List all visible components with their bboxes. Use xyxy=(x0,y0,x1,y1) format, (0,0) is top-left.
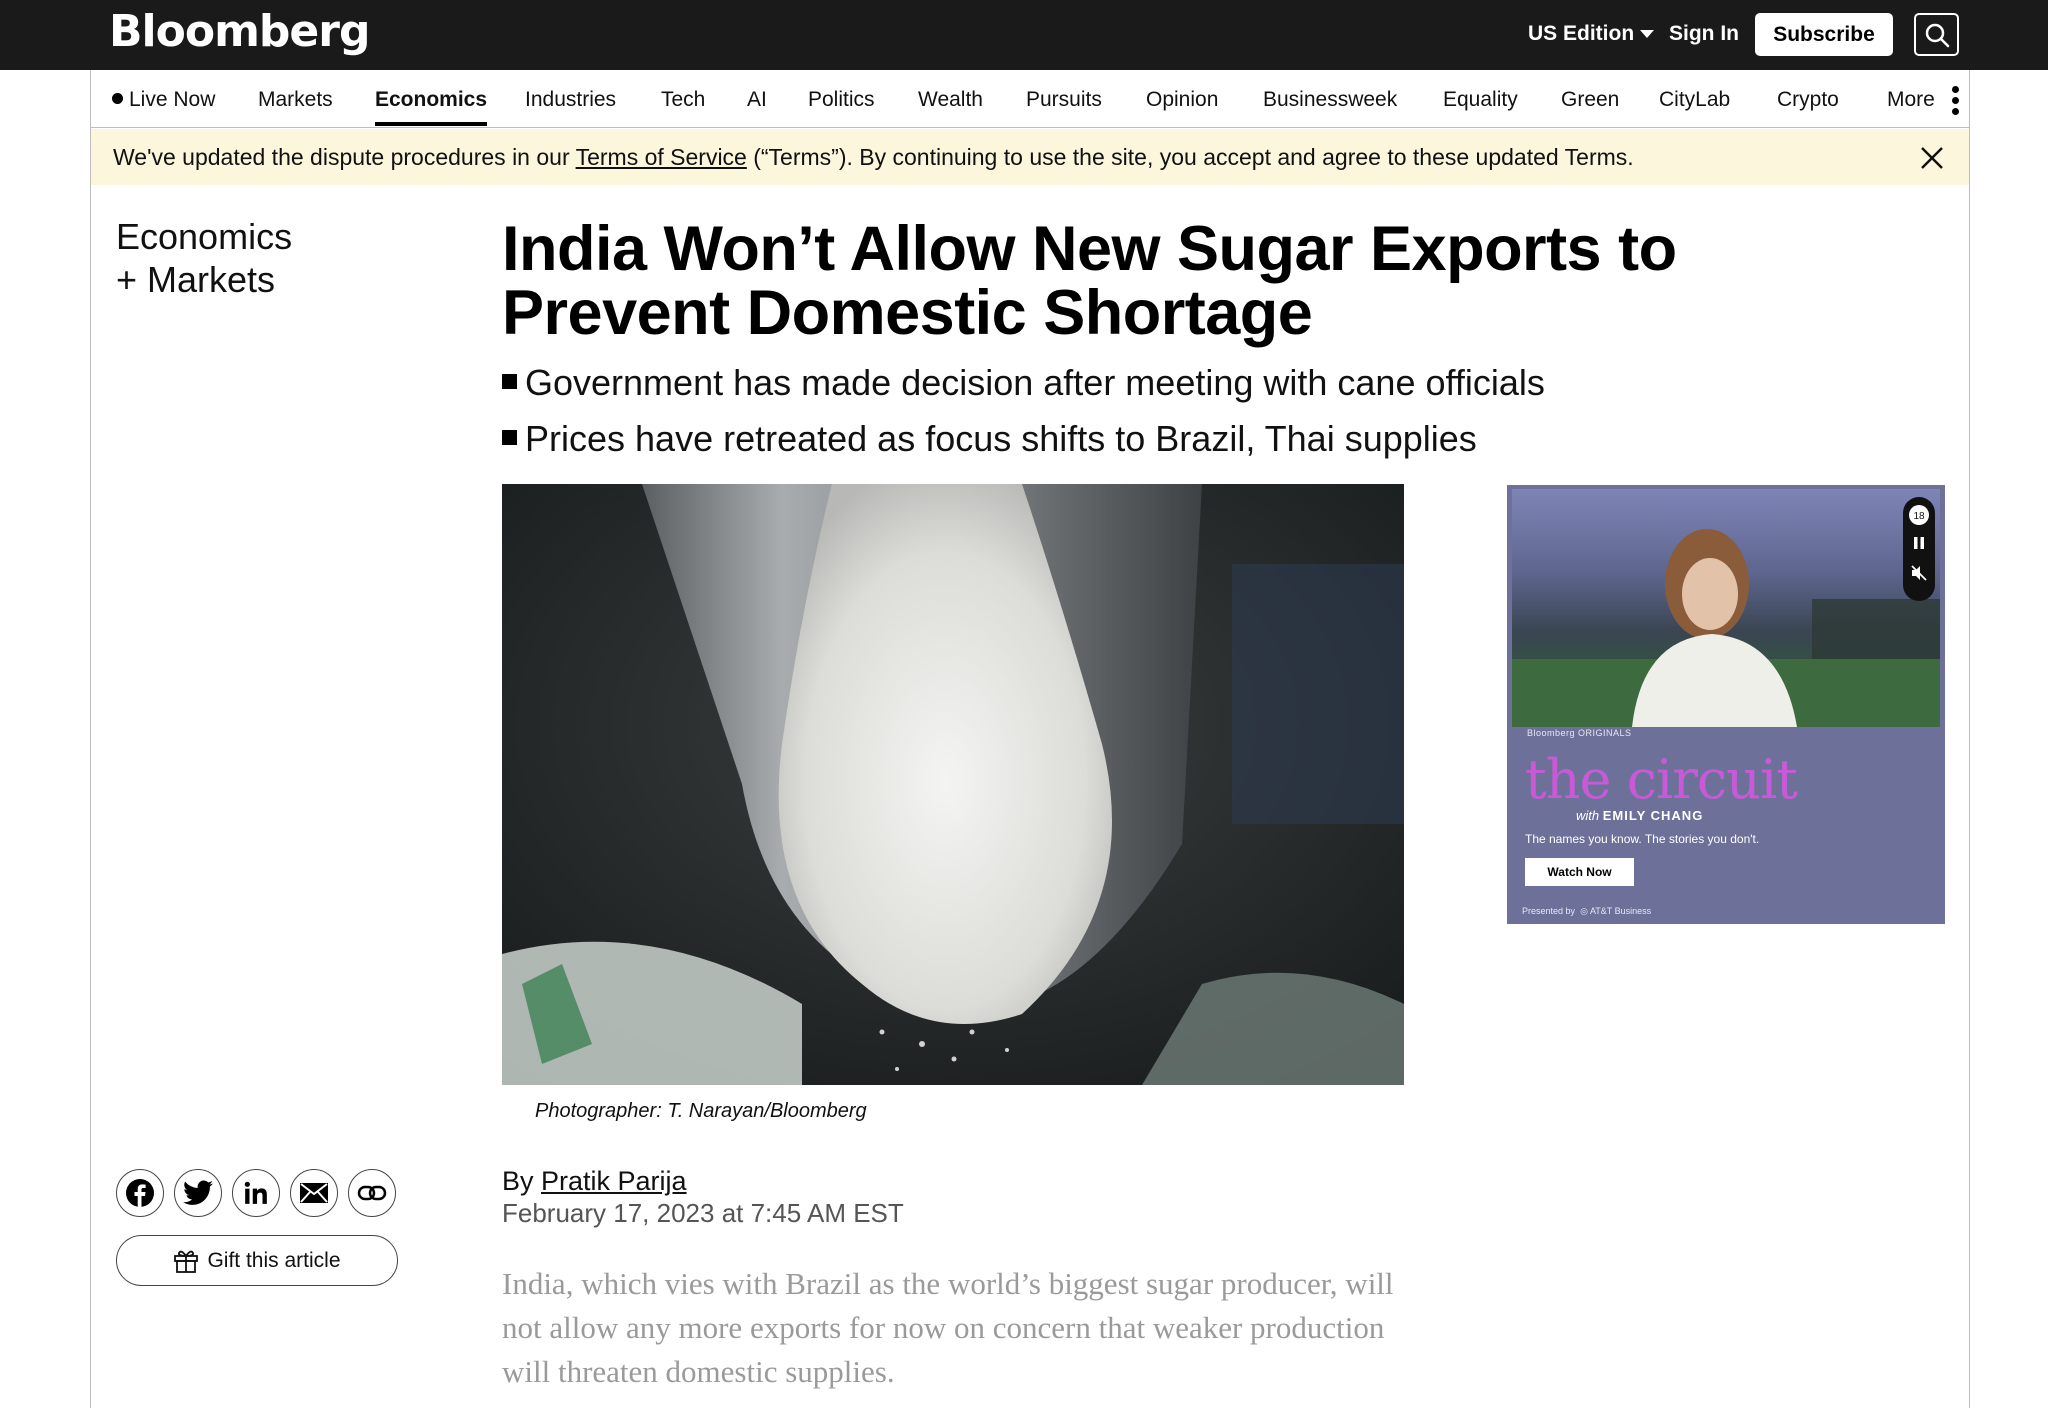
nav-item-crypto[interactable]: Crypto xyxy=(1777,88,1839,112)
gift-article-button[interactable]: Gift this article xyxy=(116,1235,398,1286)
ad-host-name: EMILY CHANG xyxy=(1602,808,1704,823)
nav-item-green[interactable]: Green xyxy=(1561,88,1619,112)
byline-prefix: By xyxy=(502,1166,542,1196)
nav-item-ai[interactable]: AI xyxy=(747,88,767,112)
nav-live-label: Live Now xyxy=(129,88,216,111)
nav-item-pursuits[interactable]: Pursuits xyxy=(1026,88,1102,112)
search-button[interactable] xyxy=(1914,13,1959,56)
share-toolbar xyxy=(116,1169,396,1217)
article-summary-list: Government has made decision after meeti… xyxy=(502,355,1545,467)
summary-bullet-text: Prices have retreated as focus shifts to… xyxy=(525,418,1477,459)
nav-item-tech[interactable]: Tech xyxy=(661,88,705,112)
lead-photo[interactable] xyxy=(502,484,1404,1085)
publish-date: February 17, 2023 at 7:45 AM EST xyxy=(502,1198,904,1228)
sign-in-link[interactable]: Sign In xyxy=(1669,22,1739,46)
nav-item-markets[interactable]: Markets xyxy=(258,88,333,112)
share-twitter-button[interactable] xyxy=(174,1169,222,1217)
ad-host-line: with EMILY CHANG xyxy=(1576,808,1703,823)
notice-text-after: (“Terms”). By continuing to use the site… xyxy=(746,144,1634,170)
linkedin-icon xyxy=(244,1181,267,1204)
article-lede: India, which vies with Brazil as the wor… xyxy=(502,1266,1394,1389)
ad-timer-text: 18 xyxy=(1913,511,1925,522)
gift-article-label: Gift this article xyxy=(207,1248,341,1272)
bullet-square-icon xyxy=(502,430,517,445)
share-email-button[interactable] xyxy=(290,1169,338,1217)
nav-item-economics[interactable]: Economics xyxy=(375,88,488,126)
nav-item-wealth[interactable]: Wealth xyxy=(918,88,983,112)
ad-presented-by: Presented by ◎ AT&T Business xyxy=(1522,906,1651,917)
section-label-line1: Economics xyxy=(116,216,293,257)
ad-tagline: The names you know. The stories you don'… xyxy=(1525,832,1760,846)
att-logo-icon: ◎ xyxy=(1580,906,1588,916)
share-facebook-button[interactable] xyxy=(116,1169,164,1217)
terms-notice-banner: We've updated the dispute procedures in … xyxy=(91,129,1969,185)
summary-bullet-text: Government has made decision after meeti… xyxy=(525,362,1545,403)
ad-presented-label: Presented by xyxy=(1522,906,1576,916)
ad-with-prefix: with xyxy=(1576,808,1603,823)
notice-text-before: We've updated the dispute procedures in … xyxy=(113,144,576,170)
gift-icon xyxy=(174,1250,199,1273)
ad-title: the circuit xyxy=(1525,748,1798,811)
link-icon xyxy=(357,1185,387,1201)
close-icon[interactable] xyxy=(1917,143,1947,173)
subscribe-button[interactable]: Subscribe xyxy=(1755,13,1893,56)
mute-icon[interactable] xyxy=(1910,564,1928,582)
pause-icon[interactable] xyxy=(1911,535,1927,551)
nav-item-citylab[interactable]: CityLab xyxy=(1659,88,1730,112)
photo-caption: Photographer: T. Narayan/Bloomberg xyxy=(535,1100,867,1122)
watch-now-button[interactable]: Watch Now xyxy=(1525,858,1634,886)
summary-bullet: Prices have retreated as focus shifts to… xyxy=(502,411,1545,467)
ad-sponsor: AT&T Business xyxy=(1589,906,1652,916)
share-linkedin-button[interactable] xyxy=(232,1169,280,1217)
ad-presenter-image xyxy=(1512,529,1940,727)
top-bar: Bloomberg US Edition Sign In Subscribe xyxy=(0,0,2048,70)
copy-link-button[interactable] xyxy=(348,1169,396,1217)
caret-down-icon xyxy=(1640,30,1655,38)
more-menu-icon[interactable] xyxy=(1952,86,1960,115)
ad-brand-label: Bloomberg ORIGINALS xyxy=(1527,728,1632,738)
edition-label: US Edition xyxy=(1528,22,1635,45)
edition-selector[interactable]: US Edition xyxy=(1528,22,1655,46)
section-label-line2: + Markets xyxy=(116,259,276,300)
facebook-icon xyxy=(126,1179,154,1208)
sugar-scoop-image xyxy=(502,484,1404,1085)
nav-item-politics[interactable]: Politics xyxy=(808,88,875,112)
nav-item-live-now[interactable]: Live Now xyxy=(112,88,215,112)
author-link[interactable]: Pratik Parija xyxy=(541,1166,687,1196)
section-nav: Live Now Markets Economics Industries Te… xyxy=(90,70,1970,128)
nav-item-industries[interactable]: Industries xyxy=(525,88,616,112)
twitter-icon xyxy=(183,1180,213,1205)
article-headline: India Won’t Allow New Sugar Exports to P… xyxy=(502,214,1677,348)
ad-video-frame xyxy=(1512,489,1940,727)
summary-bullet: Government has made decision after meeti… xyxy=(502,355,1545,411)
live-dot-icon xyxy=(112,93,123,104)
timer-icon: 18 xyxy=(1909,505,1929,525)
nav-item-more[interactable]: More xyxy=(1887,88,1935,112)
nav-item-businessweek[interactable]: Businessweek xyxy=(1263,88,1397,112)
bloomberg-logo[interactable]: Bloomberg xyxy=(109,6,370,57)
terms-notice-text: We've updated the dispute procedures in … xyxy=(113,144,1634,171)
section-label[interactable]: Economics + Markets xyxy=(116,215,292,301)
nav-item-opinion[interactable]: Opinion xyxy=(1146,88,1218,112)
bullet-square-icon xyxy=(502,374,517,389)
email-icon xyxy=(300,1183,328,1203)
terms-of-service-link[interactable]: Terms of Service xyxy=(576,144,747,170)
nav-item-equality[interactable]: Equality xyxy=(1443,88,1518,112)
search-icon xyxy=(1925,23,1949,47)
byline: By Pratik Parija xyxy=(502,1166,687,1197)
